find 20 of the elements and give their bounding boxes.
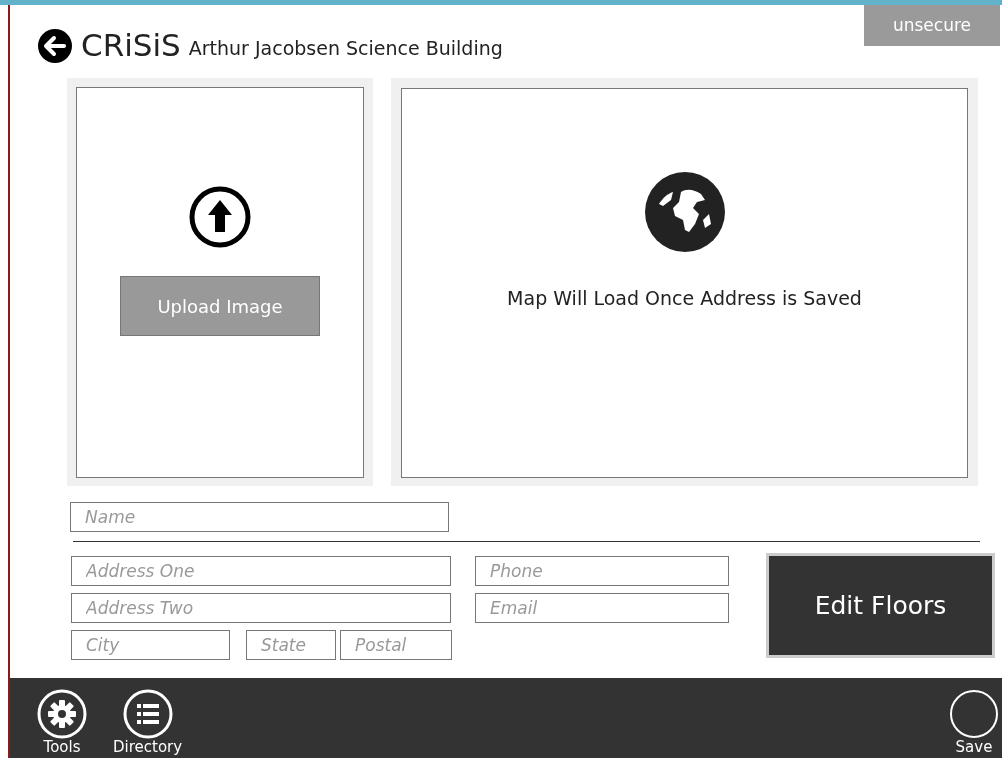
gear-icon [37, 689, 87, 739]
list-icon [122, 689, 173, 739]
security-status-badge: unsecure [864, 5, 1000, 46]
building-name: Arthur Jacobsen Science Building [188, 36, 503, 62]
save-button[interactable]: Save [949, 689, 999, 755]
directory-button[interactable]: Directory [113, 689, 183, 755]
postal-field[interactable]: Postal [340, 630, 452, 660]
upload-icon [189, 186, 251, 248]
tools-button[interactable]: Tools [37, 689, 87, 755]
phone-field[interactable]: Phone [475, 556, 729, 586]
map-message: Map Will Load Once Address is Saved [507, 286, 862, 311]
name-field[interactable]: Name [70, 502, 449, 532]
state-field[interactable]: State [246, 630, 336, 660]
email-field[interactable]: Email [475, 593, 729, 623]
edit-floors-button[interactable]: Edit Floors [766, 553, 995, 658]
city-field[interactable]: City [71, 630, 230, 660]
globe-icon [642, 170, 727, 254]
circle-icon [949, 689, 999, 739]
back-icon[interactable] [37, 27, 73, 64]
app-title: CRiSiS [81, 26, 181, 66]
